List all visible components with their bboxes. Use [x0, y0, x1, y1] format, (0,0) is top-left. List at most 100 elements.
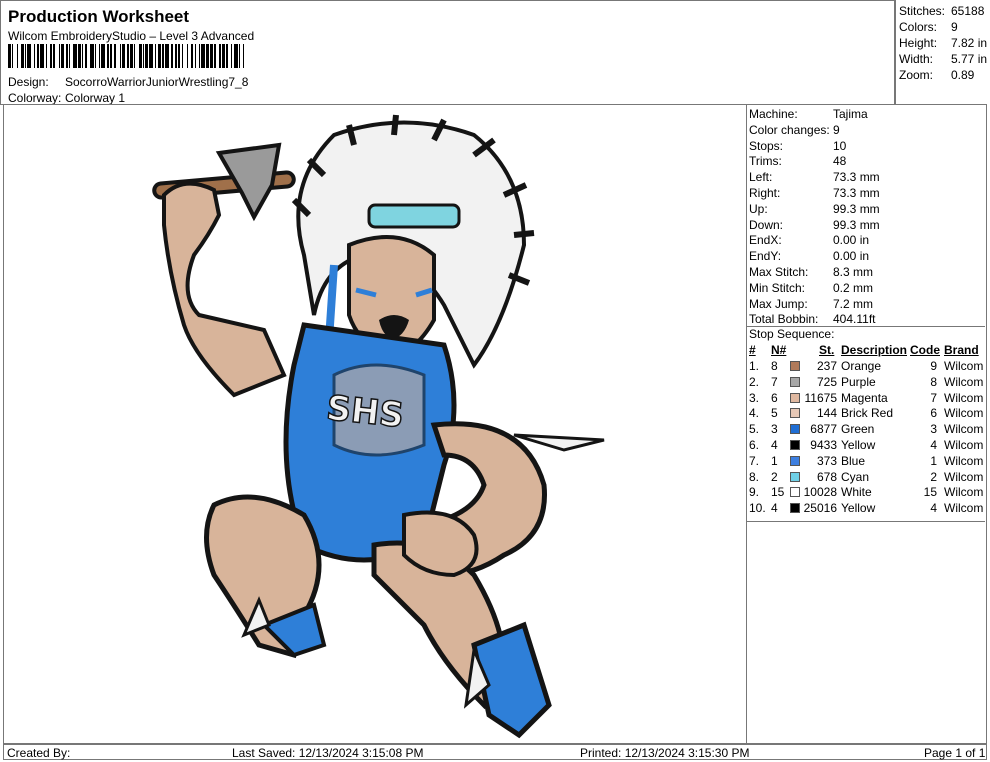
colorway-label: Colorway: — [8, 91, 62, 105]
cell-n: 3 — [771, 422, 778, 437]
cell-n: 4 — [771, 501, 778, 516]
cell-num: 2. — [749, 374, 760, 389]
software-subtitle: Wilcom EmbroideryStudio – Level 3 Advanc… — [8, 29, 255, 43]
cell-n: 15 — [771, 485, 785, 500]
embroidery-design-image: SHS — [152, 114, 605, 739]
info-row: Left: 73.3 mm — [749, 170, 880, 185]
cell-code: 9 — [930, 359, 937, 373]
printed-date: Printed: 12/13/2024 3:15:30 PM — [580, 746, 750, 760]
cell-brand: Wilcom — [944, 469, 984, 484]
cell-code: 8 — [930, 374, 937, 389]
thread-color-swatch — [790, 487, 800, 498]
cell-num: 1. — [749, 359, 760, 373]
colorway-name: Colorway 1 — [65, 91, 126, 105]
cell-desc: Blue — [841, 453, 866, 468]
info-row: Machine: Tajima — [749, 107, 868, 121]
cell-n: 8 — [771, 359, 778, 373]
stop-sequence-row: 4. 5 144 Brick Red 6 Wilcom — [747, 406, 985, 421]
cell-code: 7 — [930, 390, 937, 405]
cell-n: 4 — [771, 438, 778, 452]
cell-brand: Wilcom — [944, 485, 984, 500]
cell-num: 8. — [749, 469, 760, 484]
page-number: Page 1 of 1 — [924, 746, 986, 760]
info-row: Min Stitch: 0.2 mm — [749, 280, 874, 295]
table-bottom-divider — [747, 521, 985, 522]
cell-brand: Wilcom — [944, 438, 984, 452]
cell-n: 6 — [771, 390, 778, 405]
cell-desc: Magenta — [841, 390, 888, 405]
cell-brand: Wilcom — [944, 390, 984, 405]
cell-st: 25016 — [803, 501, 837, 516]
page-title: Production Worksheet — [8, 7, 190, 26]
thread-color-swatch — [790, 471, 800, 482]
cell-desc: Brick Red — [841, 406, 894, 421]
cell-brand: Wilcom — [944, 359, 984, 373]
info-row: Down: 99.3 mm — [749, 217, 880, 232]
info-row: Trims: 48 — [749, 154, 847, 169]
cell-code: 1 — [930, 453, 937, 468]
worksheet-footer: Created By: Last Saved: 12/13/2024 3:15:… — [3, 744, 987, 760]
header-code: Code — [910, 343, 940, 357]
cell-st: 11675 — [804, 390, 837, 405]
info-row: EndY: 0.00 in — [749, 249, 870, 264]
header-description: Description — [841, 343, 908, 357]
cell-desc: Orange — [841, 359, 882, 373]
stop-sequence-row: 5. 3 6877 Green 3 Wilcom — [747, 422, 985, 437]
cell-num: 6. — [749, 438, 760, 452]
cell-num: 3. — [749, 390, 760, 405]
stop-sequence-row: 3. 6 11675 Magenta 7 Wilcom — [747, 391, 985, 406]
thread-color-swatch — [790, 503, 800, 514]
stop-sequence-row: 7. 1 373 Blue 1 Wilcom — [747, 454, 985, 469]
cell-num: 10. — [749, 501, 766, 516]
thread-color-swatch — [790, 392, 800, 403]
info-row: Max Stitch: 8.3 mm — [749, 265, 874, 279]
header-brand: Brand — [944, 343, 979, 357]
cell-num: 9. — [749, 485, 760, 500]
cell-code: 15 — [923, 485, 937, 500]
cell-n: 1 — [771, 453, 778, 468]
design-label: Design: — [8, 75, 49, 89]
cell-brand: Wilcom — [944, 422, 984, 437]
cell-desc: Yellow — [841, 438, 876, 452]
cell-n: 2 — [771, 469, 778, 484]
cell-desc: Cyan — [841, 469, 870, 484]
design-stats: Stitches: 65188 Colors: 9 Height: 7.82 in W… — [895, 0, 990, 105]
cell-brand: Wilcom — [944, 406, 984, 421]
cell-num: 5. — [749, 422, 760, 437]
cell-st: 144 — [816, 406, 837, 421]
cell-st: 10028 — [803, 485, 837, 500]
info-row: Up: 99.3 mm — [749, 201, 880, 216]
design-preview: SHS — [3, 104, 747, 744]
cell-n: 7 — [771, 374, 778, 389]
cell-desc: White — [841, 485, 872, 500]
thread-color-swatch — [790, 440, 800, 450]
info-row: EndX: 0.00 in — [749, 233, 870, 248]
stop-sequence-row: 1. 8 237 Orange 9 Wilcom — [747, 359, 985, 374]
cell-code: 4 — [930, 501, 937, 516]
last-saved: Last Saved: 12/13/2024 3:15:08 PM — [232, 746, 424, 760]
info-row: Color changes: 9 — [749, 122, 840, 137]
cell-code: 2 — [930, 469, 937, 484]
stop-sequence-row: 8. 2 678 Cyan 2 Wilcom — [747, 470, 985, 485]
cell-n: 5 — [771, 406, 778, 421]
header-stitches: St. — [819, 343, 835, 357]
cell-code: 6 — [930, 406, 937, 421]
cell-st: 725 — [816, 374, 837, 389]
stop-sequence-row: 6. 4 9433 Yellow 4 Wilcom — [747, 438, 985, 453]
cell-st: 678 — [816, 469, 837, 484]
cell-code: 3 — [930, 422, 937, 437]
stop-sequence-row: 10. 4 25016 Yellow 4 Wilcom — [747, 501, 985, 516]
thread-color-swatch — [790, 455, 800, 466]
thread-color-swatch — [790, 408, 800, 419]
thread-color-swatch — [790, 424, 800, 435]
cell-code: 4 — [930, 438, 937, 452]
info-row: Right: 73.3 mm — [749, 186, 880, 200]
cell-num: 7. — [749, 453, 760, 468]
info-row: Max Jump: 7.2 mm — [749, 296, 874, 311]
arm-feather — [513, 433, 605, 452]
header-num: # — [749, 343, 756, 357]
design-name: SocorroWarriorJuniorWrestling7_8 — [65, 75, 249, 89]
jersey-lettering: SHS — [325, 388, 406, 436]
cell-brand: Wilcom — [944, 501, 984, 516]
stop-sequence-title: Stop Sequence: — [749, 327, 835, 341]
